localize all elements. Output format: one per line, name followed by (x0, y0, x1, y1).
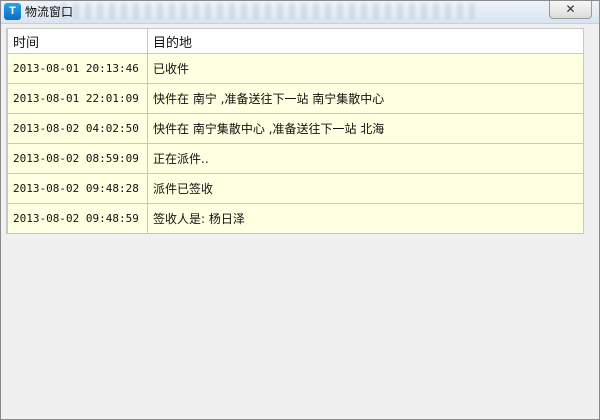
logistics-table: 时间 目的地 2013-08-01 20:13:46 已收件 2013-08-0… (6, 28, 584, 234)
table-row[interactable]: 2013-08-02 04:02:50 快件在 南宁集散中心 ,准备送往下一站 … (7, 113, 584, 144)
table-row[interactable]: 2013-08-02 09:48:28 派件已签收 (7, 173, 584, 204)
close-icon: ✕ (565, 2, 576, 16)
cell-time: 2013-08-02 08:59:09 (7, 143, 148, 174)
window-title: 物流窗口 (25, 5, 74, 19)
cell-time: 2013-08-02 09:48:59 (7, 203, 148, 234)
cell-destination: 签收人是: 杨日泽 (147, 203, 584, 234)
cell-destination: 快件在 南宁 ,准备送往下一站 南宁集散中心 (147, 83, 584, 114)
column-header-destination[interactable]: 目的地 (147, 28, 584, 54)
cell-destination: 快件在 南宁集散中心 ,准备送往下一站 北海 (147, 113, 584, 144)
cell-time: 2013-08-01 22:01:09 (7, 83, 148, 114)
cell-time: 2013-08-01 20:13:46 (7, 53, 148, 84)
table-row[interactable]: 2013-08-01 20:13:46 已收件 (7, 53, 584, 84)
app-icon: T (4, 3, 21, 20)
close-button[interactable]: ✕ (549, 1, 592, 19)
cell-time: 2013-08-02 04:02:50 (7, 113, 148, 144)
logistics-window: T 物流窗口 ✕ 时间 目的地 2013-08-01 20:13:46 已收件 … (0, 0, 600, 420)
title-bar[interactable]: T 物流窗口 ✕ (1, 1, 599, 24)
table-row[interactable]: 2013-08-01 22:01:09 快件在 南宁 ,准备送往下一站 南宁集散… (7, 83, 584, 114)
table-row[interactable]: 2013-08-02 08:59:09 正在派件.. (7, 143, 584, 174)
cell-destination: 正在派件.. (147, 143, 584, 174)
table-header-row: 时间 目的地 (7, 28, 584, 54)
cell-destination: 派件已签收 (147, 173, 584, 204)
table-row[interactable]: 2013-08-02 09:48:59 签收人是: 杨日泽 (7, 203, 584, 234)
cell-time: 2013-08-02 09:48:28 (7, 173, 148, 204)
background-ghost-text (61, 3, 481, 19)
cell-destination: 已收件 (147, 53, 584, 84)
column-header-time[interactable]: 时间 (7, 28, 148, 54)
